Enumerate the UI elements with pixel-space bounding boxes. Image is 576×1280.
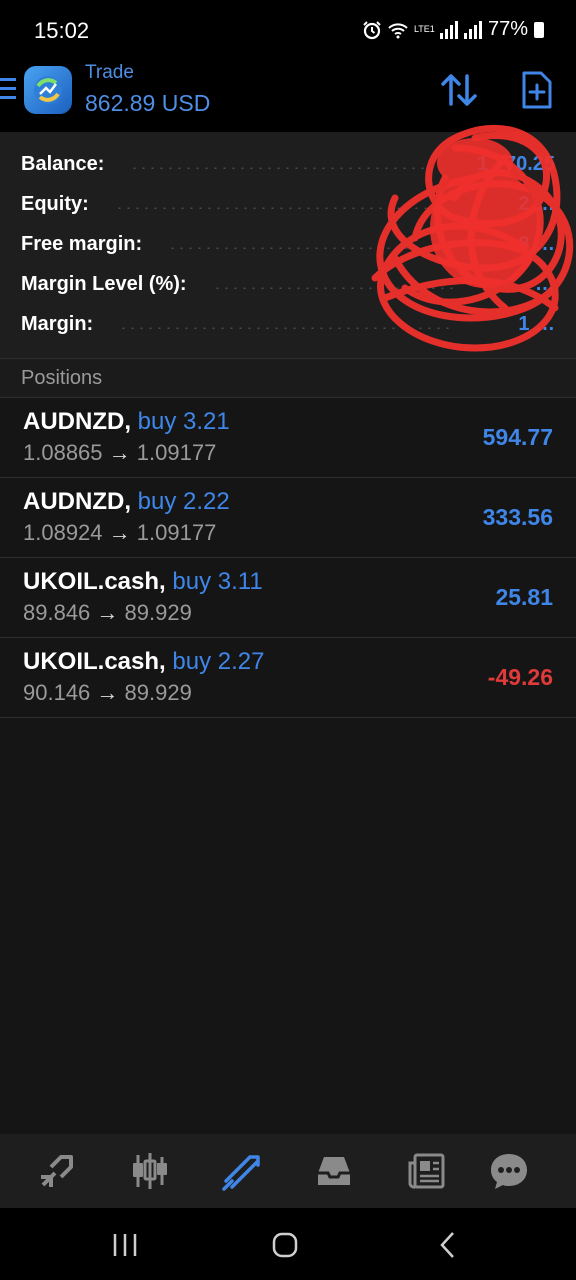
margin-row: Margin: 1 …: [21, 304, 555, 344]
current-price: 1.09177: [136, 440, 217, 465]
current-price: 89.929: [124, 600, 192, 625]
signal-icon-2: [463, 20, 482, 39]
dotted-leader: [168, 247, 453, 249]
messages-icon[interactable]: [489, 1151, 529, 1191]
news-icon[interactable]: [407, 1151, 447, 1191]
trade-icon[interactable]: [222, 1151, 262, 1191]
new-order-icon[interactable]: [520, 70, 554, 110]
quotes-icon[interactable]: [37, 1151, 77, 1191]
arrow-icon: →: [96, 680, 119, 705]
position-symbol: AUDNZD,: [23, 408, 131, 435]
position-type: buy 2.22: [137, 488, 230, 515]
chart-icon[interactable]: [130, 1151, 170, 1191]
margin-level-value: …: [535, 272, 555, 295]
menu-icon[interactable]: [0, 78, 16, 100]
position-header: UKOIL.cash, buy 2.27: [23, 648, 264, 676]
system-nav-bar: [0, 1208, 576, 1280]
equity-value: 2 …: [518, 192, 555, 215]
position-type: buy 3.21: [137, 408, 230, 435]
network-label: LTE1: [413, 24, 435, 34]
history-icon[interactable]: [314, 1151, 354, 1191]
position-header: AUDNZD, buy 3.21: [23, 408, 230, 436]
position-prices: 1.08865 → 1.09177: [23, 440, 216, 466]
app-logo: [24, 66, 72, 114]
dotted-leader: [212, 287, 453, 289]
margin-label: Margin:: [21, 312, 94, 335]
positions-title: Positions: [21, 367, 103, 389]
position-prices: 89.846 → 89.929: [23, 600, 192, 626]
free-margin-row: Free margin: 8 …: [21, 224, 555, 264]
page-title: Trade: [85, 62, 134, 83]
position-profit: 594.77: [482, 424, 553, 450]
position-row[interactable]: UKOIL.cash, buy 2.27 90.146 → 89.929 -49…: [0, 638, 576, 718]
battery-percent: 77%: [487, 18, 528, 40]
app-header: Trade 862.89 USD: [0, 60, 576, 132]
position-row[interactable]: AUDNZD, buy 2.22 1.08924 → 1.09177 333.5…: [0, 478, 576, 558]
position-type: buy 3.11: [172, 568, 263, 595]
wifi-icon: [388, 22, 408, 38]
balance-value: 1 770.25: [477, 152, 555, 175]
balance-row: Balance: 1 770.25: [21, 144, 555, 184]
position-row[interactable]: UKOIL.cash, buy 3.11 89.846 → 89.929 25.…: [0, 558, 576, 638]
status-bar: 15:02 LTE1 77%: [0, 0, 576, 60]
position-header: AUDNZD, buy 2.22: [23, 488, 230, 516]
position-type: buy 2.27: [172, 648, 265, 675]
position-symbol: AUDNZD,: [23, 488, 131, 515]
status-time: 15:02: [34, 18, 90, 43]
current-price: 1.09177: [136, 520, 217, 545]
margin-level-row: Margin Level (%): …: [21, 264, 555, 304]
bottom-nav: [0, 1134, 576, 1208]
dotted-leader: [130, 167, 453, 169]
position-profit: -49.26: [487, 664, 553, 690]
open-price: 1.08924: [23, 520, 103, 545]
position-prices: 1.08924 → 1.09177: [23, 520, 216, 546]
account-balance-summary: 862.89 USD: [85, 90, 211, 116]
current-price: 89.929: [124, 680, 192, 705]
dotted-leader: [119, 327, 453, 329]
signal-icon: [439, 20, 458, 39]
free-margin-value: 8 …: [518, 232, 555, 255]
back-icon[interactable]: [433, 1230, 463, 1260]
position-symbol: UKOIL.cash,: [23, 648, 166, 675]
position-prices: 90.146 → 89.929: [23, 680, 192, 706]
recent-apps-icon[interactable]: [110, 1230, 140, 1260]
margin-level-label: Margin Level (%):: [21, 272, 187, 295]
position-profit: 25.81: [495, 584, 553, 610]
positions-list: AUDNZD, buy 3.21 1.08865 → 1.09177 594.7…: [0, 398, 576, 718]
account-summary: Balance: 1 770.25 Equity: 2 … Free margi…: [0, 132, 576, 358]
arrow-icon: →: [108, 440, 131, 465]
sort-icon[interactable]: [440, 72, 478, 108]
open-price: 1.08865: [23, 440, 103, 465]
margin-value: 1 …: [518, 312, 555, 335]
alarm-icon: [363, 20, 381, 39]
arrow-icon: →: [108, 520, 131, 545]
free-margin-label: Free margin:: [21, 232, 143, 255]
position-profit: 333.56: [482, 504, 553, 530]
balance-label: Balance:: [21, 152, 105, 175]
equity-label: Equity:: [21, 192, 89, 215]
arrow-icon: →: [96, 600, 119, 625]
position-row[interactable]: AUDNZD, buy 3.21 1.08865 → 1.09177 594.7…: [0, 398, 576, 478]
dotted-leader: [114, 207, 453, 209]
home-icon[interactable]: [270, 1230, 300, 1260]
status-icons: LTE1 77%: [362, 18, 544, 41]
position-symbol: UKOIL.cash,: [23, 568, 166, 595]
equity-row: Equity: 2 …: [21, 184, 555, 224]
open-price: 90.146: [23, 680, 91, 705]
battery-icon: [534, 21, 544, 38]
positions-section-header: Positions: [0, 358, 576, 398]
open-price: 89.846: [23, 600, 91, 625]
position-header: UKOIL.cash, buy 3.11: [23, 568, 263, 596]
